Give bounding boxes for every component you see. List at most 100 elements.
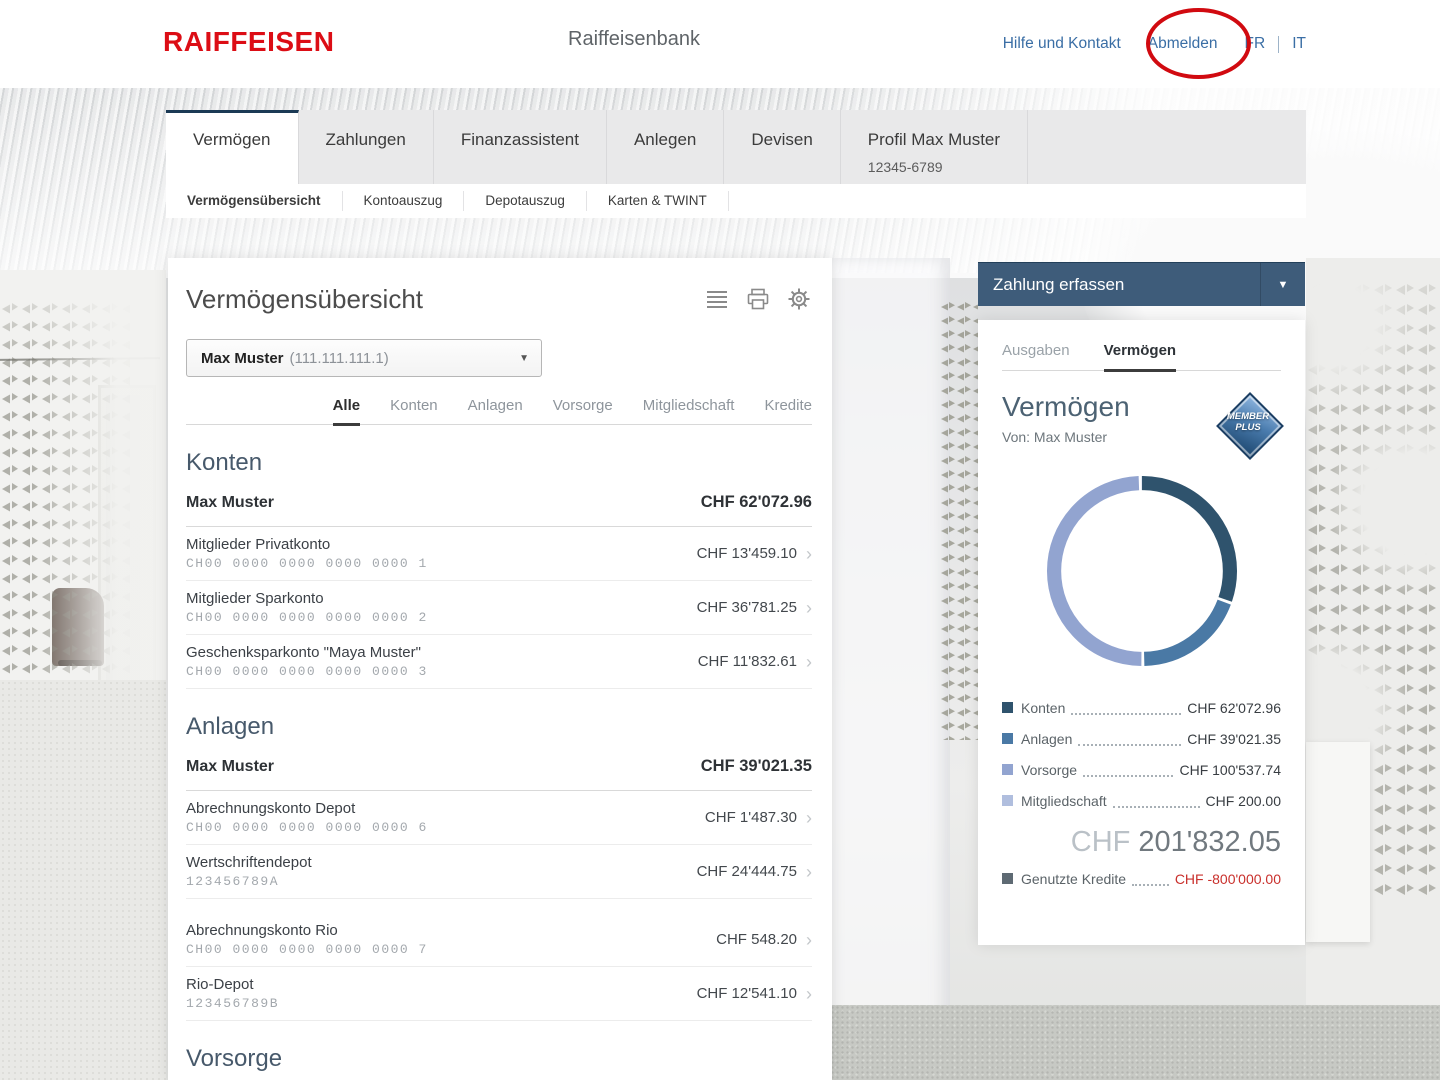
legend-amount: CHF 200.00 [1205,792,1281,809]
account-iban: CH00 0000 0000 0000 0000 6 [186,820,428,835]
credit-row: Genutzte Kredite CHF -800'000.00 [1002,863,1281,894]
account-row[interactable]: Abrechnungskonto Rio CH00 0000 0000 0000… [186,913,812,967]
legend-row: Anlagen CHF 39'021.35 [1002,723,1281,754]
chevron-right-icon: › [806,597,812,618]
account-iban: CH00 0000 0000 0000 0000 2 [186,610,428,625]
tab-ausgaben[interactable]: Ausgaben [1002,342,1070,370]
account-name: Abrechnungskonto Depot [186,800,356,817]
asset-overview-panel: Vermögensübersicht Max Muster (111.111.1… [168,258,832,1080]
legend-label: Vorsorge [1021,761,1078,778]
summary-name: Max Muster [186,757,275,775]
create-payment-label: Zahlung erfassen [993,274,1125,294]
account-amount: CHF 548.20 [716,931,797,948]
legend-marker-konten [1002,702,1013,713]
account-row[interactable]: Mitglieder Sparkonto CH00 0000 0000 0000… [186,581,812,635]
subtab-karten-twint[interactable]: Karten & TWINT [587,191,729,211]
summary-name: Max Muster [186,493,275,511]
total-assets: CHF 201'832.05 [1002,826,1281,859]
account-amount: CHF 13'459.10 [696,545,797,562]
summary-amount: CHF 39'021.35 [700,757,812,775]
subtab-kontoauszug[interactable]: Kontoauszug [343,191,465,211]
subtab-vermoegensuebersicht[interactable]: Vermögensübersicht [166,191,343,211]
account-row[interactable]: Abrechnungskonto Depot CH00 0000 0000 00… [186,791,812,845]
chevron-down-icon: ▼ [1277,278,1289,291]
payment-dropdown-zone[interactable]: ▼ [1260,263,1305,306]
language-fr-link[interactable]: FR [1245,35,1266,53]
legend-amount: CHF 62'072.96 [1187,699,1281,716]
summary-amount: CHF 62'072.96 [700,493,812,511]
filter-tab-konten[interactable]: Konten [390,397,438,424]
ebanking-page: RAIFFEISEN Raiffeisenbank Hilfe und Kont… [0,0,1440,1080]
tab-label: Profil Max Muster [867,130,1001,149]
filter-tab-alle[interactable]: Alle [332,397,361,426]
subtab-depotauszug[interactable]: Depotauszug [464,191,587,211]
account-iban: CH00 0000 0000 0000 0000 3 [186,664,428,679]
account-row[interactable]: Rio-Depot 123456789B CHF 12'541.10 › [186,967,812,1021]
account-amount: CHF 12'541.10 [696,985,797,1002]
tab-label: Anlegen [633,130,697,149]
filter-tab-vorsorge[interactable]: Vorsorge [553,397,613,424]
customer-number: (111.111.111.1) [289,349,389,367]
account-amount: CHF 11'832.61 [697,653,797,670]
filter-tab-mitgliedschaft[interactable]: Mitgliedschaft [643,397,735,424]
legend-marker-vorsorge [1002,764,1013,775]
chevron-right-icon: › [806,651,812,672]
account-row[interactable]: Mitglieder Privatkonto CH00 0000 0000 00… [186,527,812,581]
tab-finanzassistent[interactable]: Finanzassistent [434,110,607,184]
chevron-right-icon: › [806,543,812,564]
legend-label: Konten [1021,699,1066,716]
account-amount: CHF 24'444.75 [696,863,797,880]
settings-gear-icon[interactable] [788,288,810,310]
summary-tabs: Ausgaben Vermögen [1002,342,1281,372]
tab-vermoegen[interactable]: Vermögen [166,110,299,184]
print-icon[interactable] [747,288,769,310]
background-floor [830,1005,1440,1080]
chevron-right-icon: › [806,807,812,828]
tab-vermoegen-summary[interactable]: Vermögen [1103,342,1177,372]
legend-marker-mitgliedschaft [1002,795,1013,806]
badge-line2: PLUS [1235,422,1261,433]
legend-row: Vorsorge CHF 100'537.74 [1002,754,1281,785]
tab-anlegen[interactable]: Anlegen [607,110,725,184]
tab-devisen[interactable]: Devisen [724,110,841,184]
summary-owner: Von: Max Muster [1002,429,1108,445]
section-summary: Max Muster CHF 39'021.35 [186,751,812,791]
help-contact-link[interactable]: Hilfe und Kontakt [1003,35,1121,53]
customer-select[interactable]: Max Muster (111.111.111.1) ▼ [186,339,542,377]
asset-summary-panel: Ausgaben Vermögen Vermögen Von: Max Must… [978,320,1305,945]
asset-donut-chart [1002,467,1281,680]
language-it-link[interactable]: IT [1292,35,1306,53]
section-heading-anlagen: Anlagen [186,713,275,740]
section-heading-konten: Konten [186,449,263,476]
legend-label: Anlagen [1021,730,1073,747]
account-row[interactable]: Geschenksparkonto "Maya Muster" CH00 000… [186,635,812,689]
legend-marker-anlagen [1002,733,1013,744]
account-amount: CHF 36'781.25 [696,599,797,616]
credit-label: Genutzte Kredite [1021,870,1127,887]
raiffeisen-logo[interactable]: RAIFFEISEN [163,26,334,58]
tab-label: Zahlungen [325,130,406,149]
legend-leader [1071,713,1182,715]
header-links: Hilfe und Kontakt Abmelden FR IT [1003,0,1306,88]
section-heading-vorsorge: Vorsorge [186,1045,283,1072]
account-name: Mitglieder Privatkonto [186,536,331,553]
account-name: Geschenksparkonto "Maya Muster" [186,644,421,661]
section-summary: Max Muster CHF 62'072.96 [186,487,812,527]
chevron-right-icon: › [806,983,812,1004]
background-perforated-column [940,300,978,740]
tab-zahlungen[interactable]: Zahlungen [299,110,434,184]
account-row[interactable]: Wertschriftendepot 123456789A CHF 24'444… [186,845,812,899]
account-name: Mitglieder Sparkonto [186,590,324,607]
legend-label: Mitgliedschaft [1021,792,1107,809]
secondary-nav: Vermögensübersicht Kontoauszug Depotausz… [166,184,1306,218]
account-name: Abrechnungskonto Rio [186,922,338,939]
filter-tab-anlagen[interactable]: Anlagen [468,397,523,424]
create-payment-button[interactable]: Zahlung erfassen ▼ [978,262,1305,306]
legend-leader [1078,744,1182,746]
filter-tab-kredite[interactable]: Kredite [764,397,812,424]
logout-link[interactable]: Abmelden [1148,35,1218,53]
list-view-icon[interactable] [706,288,728,310]
tab-profil[interactable]: Profil Max Muster 12345-6789 [841,110,1029,184]
legend-leader [1112,806,1200,808]
member-plus-badge: MEMBER PLUS [1215,391,1284,460]
